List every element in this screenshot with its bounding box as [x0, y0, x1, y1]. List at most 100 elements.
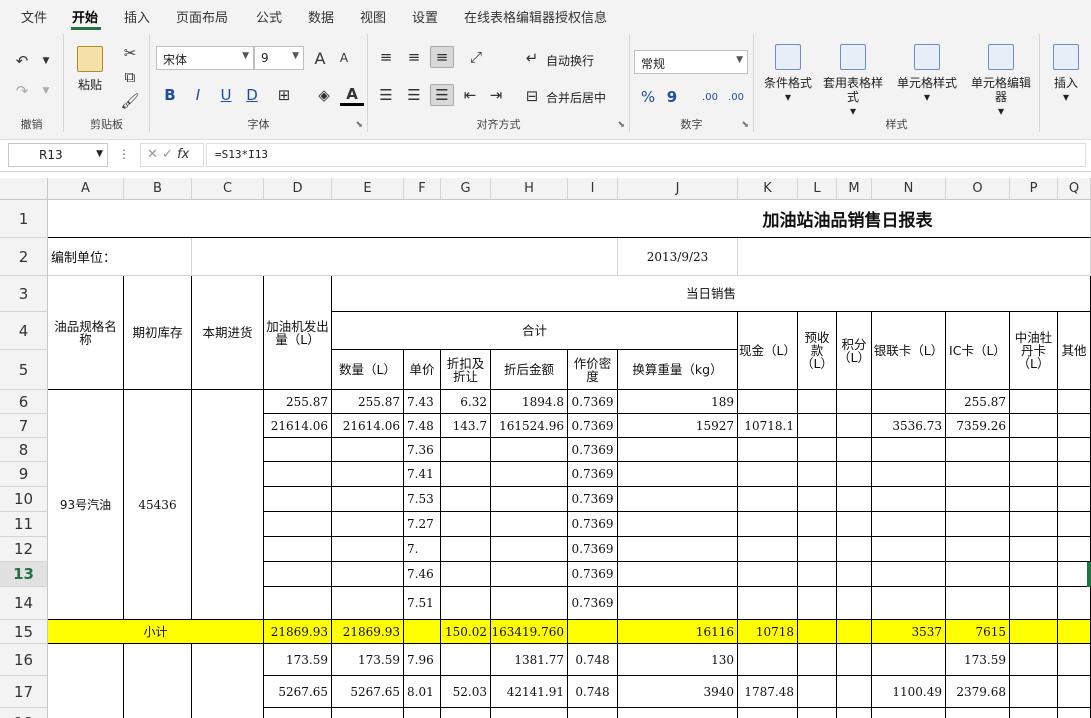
- cell-E14[interactable]: [332, 587, 404, 620]
- column-header-M[interactable]: M: [837, 178, 872, 200]
- cell-N11[interactable]: [872, 512, 946, 537]
- cell-D9[interactable]: [264, 462, 332, 487]
- cell-N9[interactable]: [872, 462, 946, 487]
- cell-H17[interactable]: 42141.91: [491, 676, 568, 708]
- cell-P10[interactable]: [1010, 487, 1058, 512]
- column-header-C[interactable]: C: [192, 178, 264, 200]
- header-discount[interactable]: 折扣及折让: [441, 350, 491, 390]
- align-bottom-icon[interactable]: ≡: [430, 46, 454, 68]
- cell-N8[interactable]: [872, 438, 946, 462]
- cell-Q18[interactable]: [1058, 708, 1091, 718]
- cell-F17[interactable]: 8.01: [404, 676, 441, 708]
- cell-D12[interactable]: [264, 537, 332, 562]
- cell-D18[interactable]: [264, 708, 332, 718]
- unit-label[interactable]: 编制单位：: [48, 238, 192, 276]
- underline-icon[interactable]: U: [214, 84, 238, 106]
- cell-H7[interactable]: 161524.96: [491, 414, 568, 438]
- align-middle-icon[interactable]: ≡: [402, 46, 426, 68]
- cell-P11[interactable]: [1010, 512, 1058, 537]
- header-ic-card[interactable]: IC卡（L）: [946, 312, 1010, 390]
- cell-H12[interactable]: [491, 537, 568, 562]
- decrease-font-icon[interactable]: A: [332, 47, 356, 69]
- cell-F16[interactable]: 7.96: [404, 644, 441, 676]
- cell-K6[interactable]: [738, 390, 798, 414]
- cell-D11[interactable]: [264, 512, 332, 537]
- cell-M13[interactable]: [837, 562, 872, 587]
- cell-M14[interactable]: [837, 587, 872, 620]
- column-header-E[interactable]: E: [332, 178, 404, 200]
- row-header-16[interactable]: 16: [0, 644, 48, 676]
- cell-J13[interactable]: [618, 562, 738, 587]
- cell-D17[interactable]: 5267.65: [264, 676, 332, 708]
- header-daily-sales[interactable]: 当日销售: [332, 276, 1091, 312]
- row-header-5[interactable]: 5: [0, 350, 48, 390]
- menu-page-layout[interactable]: 页面布局: [176, 7, 228, 26]
- conditional-format-button[interactable]: 条件格式 ▾: [758, 44, 818, 104]
- row-header-7[interactable]: 7: [0, 414, 48, 438]
- column-header-H[interactable]: H: [491, 178, 568, 200]
- subtotal-J[interactable]: 16116: [618, 620, 738, 644]
- cell-E10[interactable]: [332, 487, 404, 512]
- header-points[interactable]: 积分（L）: [837, 312, 872, 390]
- column-header-D[interactable]: D: [264, 178, 332, 200]
- cell-K10[interactable]: [738, 487, 798, 512]
- header-incoming[interactable]: 本期进货: [192, 276, 264, 390]
- cell-C2[interactable]: [192, 238, 618, 276]
- paste-button[interactable]: 粘贴: [70, 46, 110, 92]
- cell-H6[interactable]: 1894.8: [491, 390, 568, 414]
- cell-K13[interactable]: [738, 562, 798, 587]
- more-icon[interactable]: ⋮: [118, 147, 130, 161]
- cell-L14[interactable]: [798, 587, 837, 620]
- cell-G18[interactable]: [441, 708, 491, 718]
- cell-F8[interactable]: 7.36: [404, 438, 441, 462]
- cell-E18[interactable]: [332, 708, 404, 718]
- formula-input[interactable]: =S13*I13: [206, 143, 1086, 167]
- row-header-17[interactable]: 17: [0, 676, 48, 708]
- cell-F7[interactable]: 7.48: [404, 414, 441, 438]
- product-name[interactable]: 93号汽油: [48, 390, 124, 620]
- header-density[interactable]: 作价密度: [568, 350, 618, 390]
- name-box[interactable]: R13 ▼: [8, 143, 108, 167]
- row-header-12[interactable]: 12: [0, 537, 48, 562]
- cell-K9[interactable]: [738, 462, 798, 487]
- cell-E7[interactable]: 21614.06: [332, 414, 404, 438]
- cell-N14[interactable]: [872, 587, 946, 620]
- subtotal-F[interactable]: [404, 620, 441, 644]
- header-amount[interactable]: 折后金额: [491, 350, 568, 390]
- row-header-9[interactable]: 9: [0, 462, 48, 487]
- decrease-decimal-icon[interactable]: .00: [724, 86, 748, 108]
- row-header-14[interactable]: 14: [0, 587, 48, 620]
- subtotal-H[interactable]: 163419.760: [491, 620, 568, 644]
- cell-G12[interactable]: [441, 537, 491, 562]
- column-header-F[interactable]: F: [404, 178, 441, 200]
- column-header-N[interactable]: N: [872, 178, 946, 200]
- cell-E13[interactable]: [332, 562, 404, 587]
- row-header-6[interactable]: 6: [0, 390, 48, 414]
- cell-F18[interactable]: [404, 708, 441, 718]
- row-header-3[interactable]: 3: [0, 276, 48, 312]
- cancel-icon[interactable]: ✕: [147, 147, 158, 162]
- cell-J6[interactable]: 189: [618, 390, 738, 414]
- cell-M7[interactable]: [837, 414, 872, 438]
- cell-style-button[interactable]: 单元格样式 ▾: [892, 44, 962, 104]
- cell-H16[interactable]: 1381.77: [491, 644, 568, 676]
- cell-M16[interactable]: [837, 644, 872, 676]
- cut-icon[interactable]: ✂: [118, 42, 142, 64]
- report-title[interactable]: 加油站油品销售日报表: [48, 200, 1091, 238]
- incoming-cell-2[interactable]: [192, 644, 264, 718]
- cell-N16[interactable]: [872, 644, 946, 676]
- header-pump-output[interactable]: 加油机发出量（L）: [264, 276, 332, 390]
- cell-P16[interactable]: [1010, 644, 1058, 676]
- subtotal-G[interactable]: 150.02: [441, 620, 491, 644]
- cell-E17[interactable]: 5267.65: [332, 676, 404, 708]
- cell-O8[interactable]: [946, 438, 1010, 462]
- cell-I17[interactable]: 0.748: [568, 676, 618, 708]
- cell-O11[interactable]: [946, 512, 1010, 537]
- cell-L8[interactable]: [798, 438, 837, 462]
- header-peony-card[interactable]: 中油牡丹卡（L）: [1010, 312, 1058, 390]
- cell-G9[interactable]: [441, 462, 491, 487]
- align-left-icon[interactable]: ☰: [374, 84, 398, 106]
- fx-icon[interactable]: fx: [177, 147, 189, 162]
- cell-F9[interactable]: 7.41: [404, 462, 441, 487]
- redo-dropdown-icon[interactable]: ▼: [34, 80, 58, 102]
